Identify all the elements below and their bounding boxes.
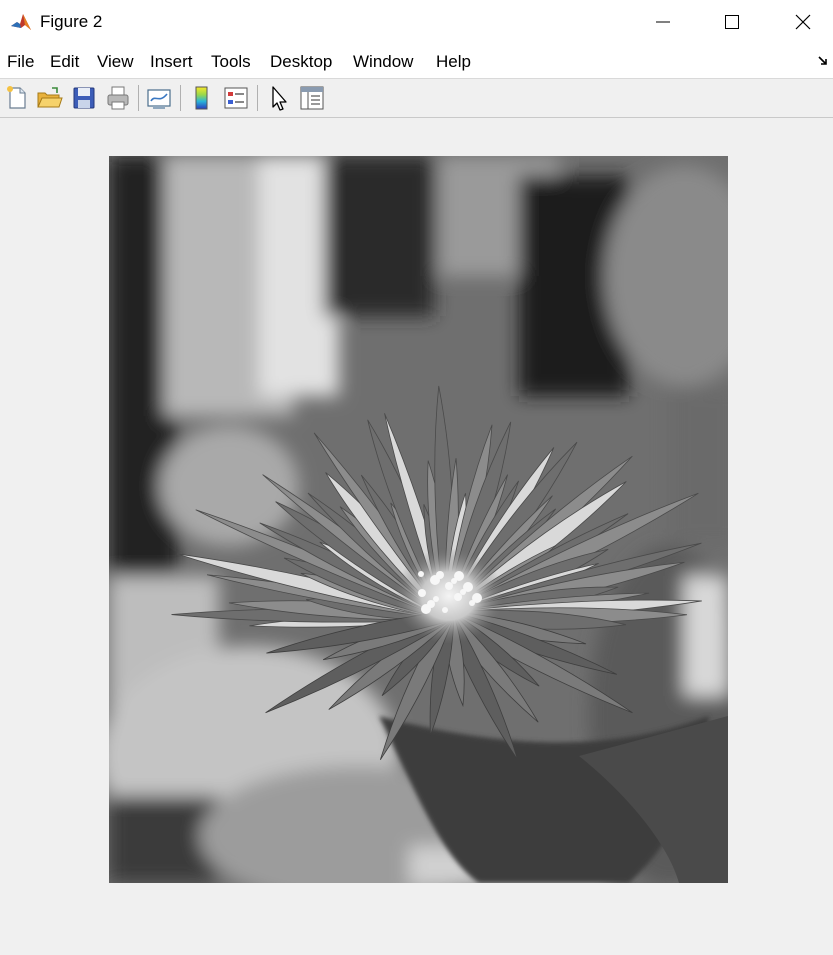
save-figure-icon <box>73 87 95 109</box>
stamen <box>463 582 473 592</box>
image-axes[interactable] <box>109 156 728 883</box>
menu-bar: File Edit View Insert Tools Desktop Wind… <box>0 44 833 79</box>
stamen <box>454 571 464 581</box>
insert-legend-icon <box>224 87 248 109</box>
minimize-button[interactable] <box>640 0 686 44</box>
minimize-icon <box>656 21 670 23</box>
stamen <box>433 596 439 602</box>
menu-help[interactable]: Help <box>436 52 471 72</box>
new-figure-icon <box>7 86 26 109</box>
stamen <box>418 589 426 597</box>
menu-insert[interactable]: Insert <box>150 52 193 72</box>
insert-colorbar-button[interactable] <box>188 84 216 112</box>
property-inspector-button[interactable] <box>298 84 326 112</box>
title-bar: Figure 2 <box>0 0 833 44</box>
open-file-button[interactable] <box>35 84 63 112</box>
stamen <box>442 607 448 613</box>
stamen <box>472 593 482 603</box>
property-inspector-icon <box>300 86 324 110</box>
menu-view[interactable]: View <box>97 52 134 72</box>
window-title: Figure 2 <box>40 12 103 31</box>
maximize-icon <box>725 15 739 29</box>
dock-arrow-icon[interactable] <box>817 54 829 66</box>
insert-colorbar-icon <box>195 86 208 110</box>
stamen <box>427 600 435 608</box>
print-figure-button[interactable] <box>104 84 132 112</box>
figure-toolbar <box>0 79 833 118</box>
link-plot-icon <box>147 89 171 109</box>
print-figure-icon <box>107 86 129 110</box>
stamen <box>454 593 462 601</box>
open-file-icon <box>37 87 63 108</box>
new-figure-button[interactable] <box>3 84 31 112</box>
stamen <box>436 571 444 579</box>
toolbar-separator <box>138 85 139 111</box>
toolbar-separator <box>257 85 258 111</box>
close-button[interactable] <box>780 0 826 44</box>
grayscale-flower-image <box>109 156 728 883</box>
insert-legend-button[interactable] <box>222 84 250 112</box>
edit-plot-icon <box>272 86 287 111</box>
matlab-logo-icon <box>9 10 33 34</box>
link-plot-button[interactable] <box>145 84 173 112</box>
figure-canvas <box>0 118 833 955</box>
toolbar-separator <box>180 85 181 111</box>
menu-window[interactable]: Window <box>353 52 413 72</box>
save-figure-button[interactable] <box>70 84 98 112</box>
menu-tools[interactable]: Tools <box>211 52 251 72</box>
menu-edit[interactable]: Edit <box>50 52 79 72</box>
maximize-button[interactable] <box>709 0 755 44</box>
stamen <box>418 571 424 577</box>
menu-file[interactable]: File <box>7 52 34 72</box>
stamen <box>445 582 453 590</box>
close-icon <box>795 14 811 30</box>
edit-plot-button[interactable] <box>265 84 293 112</box>
menu-desktop[interactable]: Desktop <box>270 52 332 72</box>
